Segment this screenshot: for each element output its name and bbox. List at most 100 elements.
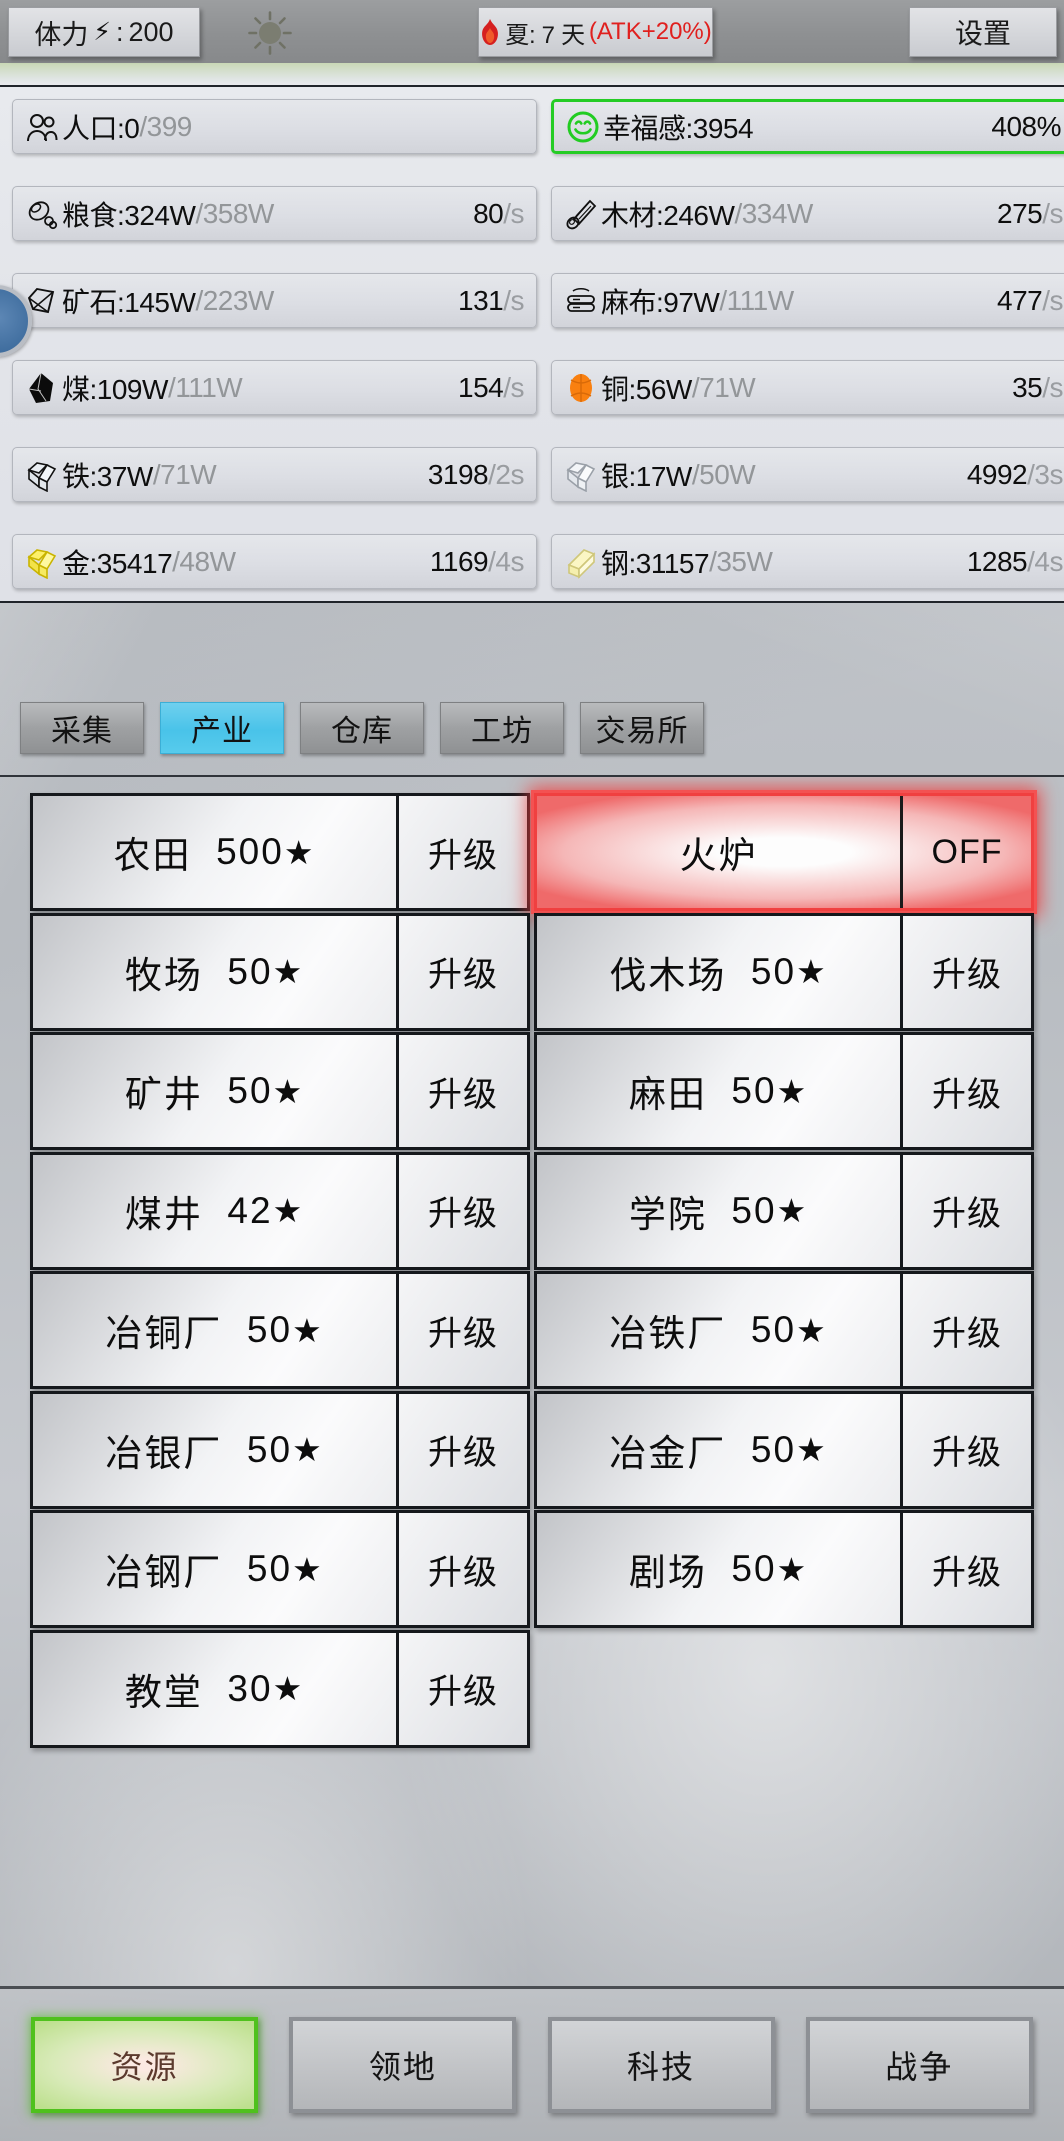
- resource-row[interactable]: 铜:56W/71W 35/s: [551, 360, 1064, 415]
- resource-row[interactable]: 人口:0/399: [12, 99, 537, 154]
- resource-amount: 矿石:145W: [62, 286, 196, 318]
- resource-rate-unit: /2s: [488, 458, 524, 490]
- upgrade-button[interactable]: 升级: [903, 1155, 1031, 1267]
- tab-0[interactable]: 采集: [20, 701, 144, 754]
- resource-rate-unit: /s: [503, 371, 524, 403]
- building-label: 牧场: [124, 954, 203, 996]
- building-name-button[interactable]: 火炉: [537, 796, 903, 908]
- building-name-button[interactable]: 冶钢厂 50 ★: [33, 1513, 399, 1625]
- tab-3[interactable]: 工坊: [440, 701, 564, 754]
- building-name-button[interactable]: 剧场 50 ★: [537, 1513, 903, 1625]
- happiness-icon: [566, 110, 600, 144]
- building-name-button[interactable]: 伐木场 50 ★: [537, 915, 903, 1028]
- resource-row[interactable]: 幸福感:3954 408%: [551, 99, 1064, 154]
- upgrade-button[interactable]: 升级: [903, 1274, 1031, 1386]
- building-card[interactable]: 煤井 42 ★ 升级: [30, 1151, 530, 1270]
- building-card[interactable]: 伐木场 50 ★ 升级: [534, 912, 1034, 1031]
- building-card[interactable]: 冶银厂 50 ★ 升级: [30, 1390, 530, 1509]
- resource-row[interactable]: 金:35417/48W 1169/4s: [12, 534, 537, 589]
- upgrade-button[interactable]: 升级: [399, 1035, 527, 1147]
- building-label: 火炉: [679, 835, 758, 876]
- building-level: 50: [246, 1428, 293, 1470]
- resource-amount: 木材:246W: [601, 199, 735, 231]
- toggle-off-button[interactable]: OFF: [903, 796, 1031, 908]
- resource-row[interactable]: 煤:109W/111W 154/s: [12, 360, 537, 415]
- resource-rate: 154/s: [458, 371, 524, 403]
- building-label: 冶钢厂: [105, 1552, 223, 1593]
- building-name-button[interactable]: 教堂 30 ★: [33, 1632, 399, 1745]
- building-card[interactable]: 火炉 OFF: [534, 793, 1034, 911]
- building-name-button[interactable]: 煤井 42 ★: [33, 1154, 399, 1267]
- building-name-button[interactable]: 矿井 50 ★: [33, 1035, 399, 1147]
- building-level: 50: [731, 1070, 777, 1111]
- upgrade-button[interactable]: 升级: [399, 1155, 527, 1267]
- upgrade-button[interactable]: 升级: [399, 1394, 527, 1506]
- upgrade-button[interactable]: 升级: [903, 1513, 1031, 1625]
- gold-icon: [25, 545, 59, 579]
- building-name-button[interactable]: 麻田 50 ★: [537, 1035, 903, 1147]
- bolt-icon: ⚡: [93, 17, 111, 46]
- tab-4[interactable]: 交易所: [580, 701, 704, 754]
- resource-capacity: /223W: [195, 284, 274, 316]
- resource-row[interactable]: 铁:37W/71W 3198/2s: [12, 447, 537, 502]
- resource-rate-unit: /4s: [488, 545, 524, 577]
- upgrade-button[interactable]: 升级: [399, 1633, 527, 1745]
- building-label: 冶铜厂: [105, 1313, 223, 1354]
- building-list[interactable]: 农田 500 ★ 升级 火炉 OFF 牧场 50 ★ 升级 伐木场 50 ★ 升级 矿井 50 ★ 升级麻…: [0, 775, 1064, 1987]
- stamina-indicator[interactable]: 体力 ⚡ : 200: [8, 7, 200, 57]
- building-name-button[interactable]: 牧场 50 ★: [33, 915, 399, 1028]
- building-name-button[interactable]: 冶金厂 50 ★: [537, 1393, 903, 1506]
- star-icon: ★: [796, 953, 828, 990]
- nav-button-3[interactable]: 战争: [805, 2017, 1033, 2113]
- building-card[interactable]: 冶铁厂 50 ★ 升级: [534, 1271, 1034, 1389]
- building-label: 煤井: [124, 1193, 203, 1235]
- resource-rate-unit: /s: [503, 284, 524, 316]
- building-card[interactable]: 学院 50 ★ 升级: [534, 1151, 1034, 1270]
- tab-1[interactable]: 产业: [160, 701, 284, 754]
- settings-button[interactable]: 设置: [909, 7, 1057, 57]
- resource-amount: 金:35417: [62, 547, 173, 579]
- building-card[interactable]: 矿井 50 ★ 升级: [30, 1032, 530, 1150]
- season-indicator[interactable]: 夏: 7 天 (ATK+20%): [478, 7, 713, 57]
- building-card[interactable]: 剧场 50 ★ 升级: [534, 1510, 1034, 1628]
- upgrade-button[interactable]: 升级: [903, 916, 1031, 1028]
- building-label: 教堂: [124, 1671, 203, 1713]
- sun-icon[interactable]: [247, 10, 293, 56]
- resource-row[interactable]: 银:17W/50W 4992/3s: [551, 447, 1064, 502]
- building-card[interactable]: 冶铜厂 50 ★ 升级: [30, 1271, 530, 1389]
- building-card[interactable]: 冶金厂 50 ★ 升级: [534, 1390, 1034, 1509]
- star-icon: ★: [796, 1431, 828, 1468]
- building-name-button[interactable]: 冶银厂 50 ★: [33, 1393, 399, 1506]
- upgrade-button[interactable]: 升级: [399, 1513, 527, 1625]
- resource-row[interactable]: 粮食:324W/358W 80/s: [12, 186, 537, 241]
- category-tab-strip: 采集 产业 仓库 工坊 交易所: [0, 680, 1064, 775]
- resource-rate: 35/s: [1012, 371, 1063, 403]
- building-name-button[interactable]: 冶铜厂 50 ★: [33, 1274, 399, 1386]
- resource-row[interactable]: 矿石:145W/223W 131/s: [12, 273, 537, 328]
- population-icon: [25, 110, 59, 144]
- resource-row[interactable]: 钢:31157/35W 1285/4s: [551, 534, 1064, 589]
- resource-row[interactable]: 麻布:97W/111W 477/s: [551, 273, 1064, 328]
- building-name-button[interactable]: 农田 500 ★: [33, 796, 399, 908]
- resource-rate-unit: /s: [503, 197, 524, 229]
- upgrade-button[interactable]: 升级: [399, 796, 527, 908]
- resource-capacity: /71W: [691, 371, 756, 403]
- building-name-button[interactable]: 学院 50 ★: [537, 1154, 903, 1267]
- building-card[interactable]: 牧场 50 ★ 升级: [30, 912, 530, 1031]
- resource-amount: 人口:0: [62, 112, 140, 144]
- nav-button-1[interactable]: 领地: [289, 2017, 517, 2113]
- upgrade-button[interactable]: 升级: [903, 1035, 1031, 1147]
- building-card[interactable]: 冶钢厂 50 ★ 升级: [30, 1510, 530, 1628]
- building-card[interactable]: 教堂 30 ★ 升级: [30, 1629, 530, 1748]
- copper-icon: [564, 371, 598, 405]
- building-card[interactable]: 农田 500 ★ 升级: [30, 793, 530, 911]
- tab-2[interactable]: 仓库: [300, 701, 424, 754]
- upgrade-button[interactable]: 升级: [399, 916, 527, 1028]
- nav-button-2[interactable]: 科技: [547, 2017, 775, 2113]
- building-name-button[interactable]: 冶铁厂 50 ★: [537, 1274, 903, 1386]
- upgrade-button[interactable]: 升级: [399, 1274, 527, 1386]
- building-card[interactable]: 麻田 50 ★ 升级: [534, 1032, 1034, 1150]
- upgrade-button[interactable]: 升级: [903, 1394, 1031, 1506]
- resource-row[interactable]: 木材:246W/334W 275/s: [551, 186, 1064, 241]
- nav-button-0[interactable]: 资源: [31, 2017, 259, 2113]
